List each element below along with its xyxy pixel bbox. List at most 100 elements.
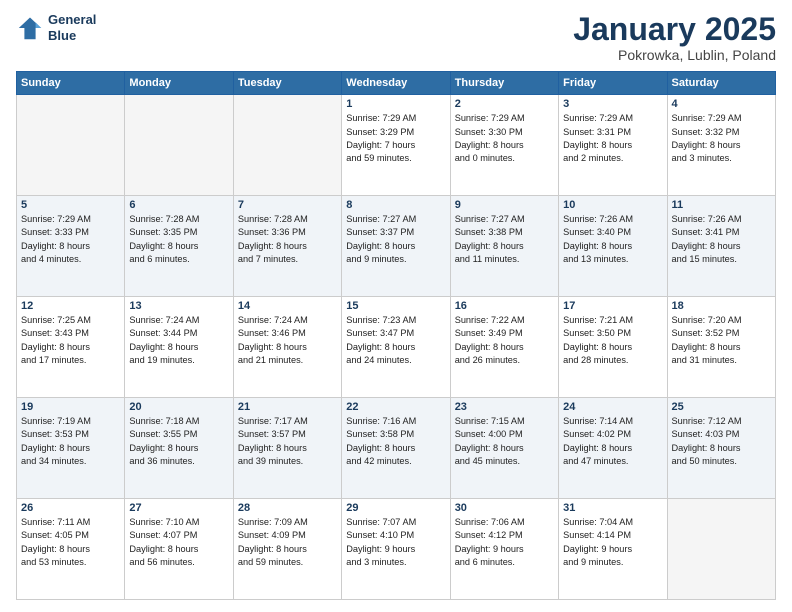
day-number: 30 [455,502,554,514]
day-info: Sunrise: 7:28 AMSunset: 3:35 PMDaylight:… [129,213,228,266]
day-number: 31 [563,502,662,514]
calendar-cell [125,95,233,196]
calendar-cell: 29 Sunrise: 7:07 AMSunset: 4:10 PMDayligh… [342,499,450,600]
day-info: Sunrise: 7:29 AMSunset: 3:33 PMDaylight:… [21,213,120,266]
day-number: 25 [672,401,771,413]
calendar-cell: 20Sunrise: 7:18 AMSunset: 3:55 PMDayligh… [125,398,233,499]
calendar-cell: 11 Sunrise: 7:26 AMSunset: 3:41 PMDayligh… [667,196,775,297]
logo-icon [16,14,44,42]
day-number: 16 [455,300,554,312]
calendar-cell: 23Sunrise: 7:15 AMSunset: 4:00 PMDayligh… [450,398,558,499]
day-info: Sunrise: 7:27 AMSunset: 3:38 PMDaylight:… [455,213,554,266]
day-number: 7 [238,199,337,211]
day-info: Sunrise: 7:26 AMSunset: 3:40 PMDaylight:… [563,213,662,266]
day-info: Sunrise: 7:06 AMSunset: 4:12 PMDaylight:… [455,516,554,569]
day-info: Sunrise: 7:04 AMSunset: 4:14 PMDaylight:… [563,516,662,569]
logo: General Blue [16,12,96,43]
calendar-week-row: 1 Sunrise: 7:29 AMSunset: 3:29 PMDaylight… [17,95,776,196]
location-subtitle: Pokrowka, Lublin, Poland [573,47,776,63]
calendar-cell: 30 Sunrise: 7:06 AMSunset: 4:12 PMDayligh… [450,499,558,600]
day-info: Sunrise: 7:24 AMSunset: 3:44 PMDaylight:… [129,314,228,367]
calendar-week-row: 12 Sunrise: 7:25 AMSunset: 3:43 PMDayligh… [17,297,776,398]
day-info: Sunrise: 7:14 AMSunset: 4:02 PMDaylight:… [563,415,662,468]
calendar-cell: 17 Sunrise: 7:21 AMSunset: 3:50 PMDayligh… [559,297,667,398]
day-number: 17 [563,300,662,312]
calendar-cell: 9 Sunrise: 7:27 AMSunset: 3:38 PMDaylight… [450,196,558,297]
day-number: 11 [672,199,771,211]
day-number: 26 [21,502,120,514]
day-number: 27 [129,502,228,514]
day-info: Sunrise: 7:16 AMSunset: 3:58 PMDaylight:… [346,415,445,468]
day-of-week-header: Sunday [17,72,125,95]
day-number: 20 [129,401,228,413]
day-of-week-header: Thursday [450,72,558,95]
day-number: 21 [238,401,337,413]
calendar-cell: 2 Sunrise: 7:29 AMSunset: 3:30 PMDaylight… [450,95,558,196]
day-info: Sunrise: 7:09 AMSunset: 4:09 PMDaylight:… [238,516,337,569]
day-info: Sunrise: 7:29 AMSunset: 3:30 PMDaylight:… [455,112,554,165]
calendar-cell: 31 Sunrise: 7:04 AMSunset: 4:14 PMDayligh… [559,499,667,600]
day-number: 22 [346,401,445,413]
day-of-week-header: Wednesday [342,72,450,95]
day-info: Sunrise: 7:07 AMSunset: 4:10 PMDaylight:… [346,516,445,569]
day-number: 12 [21,300,120,312]
calendar-cell: 12 Sunrise: 7:25 AMSunset: 3:43 PMDayligh… [17,297,125,398]
day-info: Sunrise: 7:24 AMSunset: 3:46 PMDaylight:… [238,314,337,367]
day-info: Sunrise: 7:29 AMSunset: 3:29 PMDaylight:… [346,112,445,165]
page-header: General Blue January 2025 Pokrowka, Lubl… [16,12,776,63]
day-number: 1 [346,98,445,110]
calendar-cell: 15 Sunrise: 7:23 AMSunset: 3:47 PMDayligh… [342,297,450,398]
calendar-week-row: 26 Sunrise: 7:11 AMSunset: 4:05 PMDayligh… [17,499,776,600]
calendar-cell: 22 Sunrise: 7:16 AMSunset: 3:58 PMDayligh… [342,398,450,499]
day-number: 5 [21,199,120,211]
day-info: Sunrise: 7:29 AMSunset: 3:31 PMDaylight:… [563,112,662,165]
calendar-cell: 7 Sunrise: 7:28 AMSunset: 3:36 PMDaylight… [233,196,341,297]
day-info: Sunrise: 7:19 AMSunset: 3:53 PMDaylight:… [21,415,120,468]
calendar-cell: 13 Sunrise: 7:24 AMSunset: 3:44 PMDayligh… [125,297,233,398]
calendar-cell: 8 Sunrise: 7:27 AMSunset: 3:37 PMDaylight… [342,196,450,297]
calendar-cell [667,499,775,600]
month-title: January 2025 [573,12,776,47]
day-number: 3 [563,98,662,110]
day-of-week-header: Monday [125,72,233,95]
day-number: 29 [346,502,445,514]
day-number: 24 [563,401,662,413]
day-info: Sunrise: 7:28 AMSunset: 3:36 PMDaylight:… [238,213,337,266]
day-number: 23 [455,401,554,413]
day-number: 6 [129,199,228,211]
calendar-cell: 25 Sunrise: 7:12 AMSunset: 4:03 PMDayligh… [667,398,775,499]
day-info: Sunrise: 7:26 AMSunset: 3:41 PMDaylight:… [672,213,771,266]
day-info: Sunrise: 7:23 AMSunset: 3:47 PMDaylight:… [346,314,445,367]
calendar-cell: 24 Sunrise: 7:14 AMSunset: 4:02 PMDayligh… [559,398,667,499]
day-info: Sunrise: 7:21 AMSunset: 3:50 PMDaylight:… [563,314,662,367]
calendar-cell: 4Sunrise: 7:29 AMSunset: 3:32 PMDaylight… [667,95,775,196]
calendar-cell: 10Sunrise: 7:26 AMSunset: 3:40 PMDayligh… [559,196,667,297]
title-block: January 2025 Pokrowka, Lublin, Poland [573,12,776,63]
day-number: 9 [455,199,554,211]
calendar-cell: 26 Sunrise: 7:11 AMSunset: 4:05 PMDayligh… [17,499,125,600]
calendar-page: General Blue January 2025 Pokrowka, Lubl… [0,0,792,612]
day-info: Sunrise: 7:29 AMSunset: 3:32 PMDaylight:… [672,112,771,165]
day-info: Sunrise: 7:20 AMSunset: 3:52 PMDaylight:… [672,314,771,367]
day-of-week-header: Saturday [667,72,775,95]
calendar-cell: 27 Sunrise: 7:10 AMSunset: 4:07 PMDayligh… [125,499,233,600]
day-number: 19 [21,401,120,413]
calendar-cell: 6 Sunrise: 7:28 AMSunset: 3:35 PMDaylight… [125,196,233,297]
day-number: 18 [672,300,771,312]
day-number: 15 [346,300,445,312]
calendar-cell: 5 Sunrise: 7:29 AMSunset: 3:33 PMDaylight… [17,196,125,297]
calendar-table: SundayMondayTuesdayWednesdayThursdayFrid… [16,71,776,600]
day-info: Sunrise: 7:12 AMSunset: 4:03 PMDaylight:… [672,415,771,468]
day-info: Sunrise: 7:11 AMSunset: 4:05 PMDaylight:… [21,516,120,569]
day-number: 8 [346,199,445,211]
day-number: 2 [455,98,554,110]
day-number: 28 [238,502,337,514]
day-info: Sunrise: 7:27 AMSunset: 3:37 PMDaylight:… [346,213,445,266]
calendar-week-row: 19 Sunrise: 7:19 AMSunset: 3:53 PMDayligh… [17,398,776,499]
day-number: 13 [129,300,228,312]
logo-text: General Blue [48,12,96,43]
day-info: Sunrise: 7:22 AMSunset: 3:49 PMDaylight:… [455,314,554,367]
day-number: 14 [238,300,337,312]
day-info: Sunrise: 7:10 AMSunset: 4:07 PMDaylight:… [129,516,228,569]
day-info: Sunrise: 7:25 AMSunset: 3:43 PMDaylight:… [21,314,120,367]
